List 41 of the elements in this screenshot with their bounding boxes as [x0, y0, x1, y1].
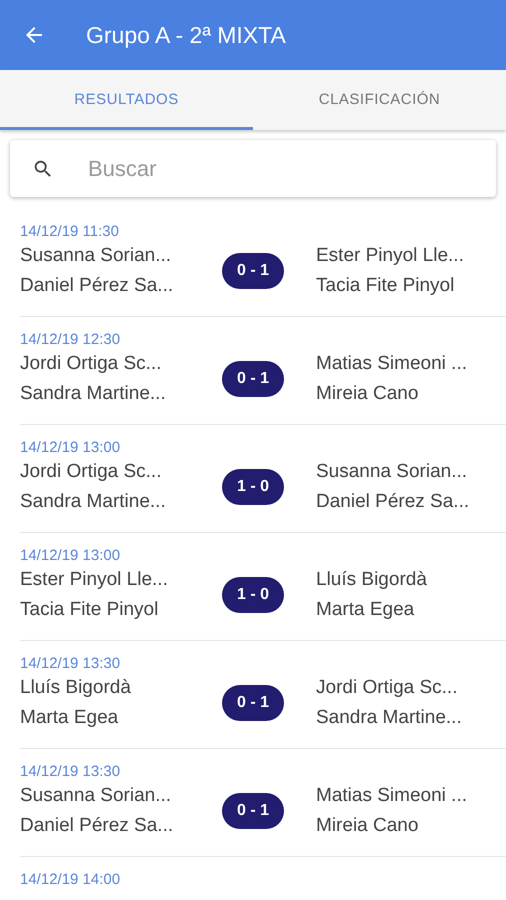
player-name: Ester Pinyol Lle...: [316, 245, 465, 267]
score-badge: 0 - 1: [222, 361, 284, 397]
app-title: Grupo A - 2ª MIXTA: [86, 22, 286, 48]
score-badge: 0 - 1: [222, 253, 284, 289]
match-datetime: 14/12/19 13:30: [20, 655, 122, 674]
match-datetime: 14/12/19 13:30: [20, 763, 122, 782]
player-name: Lluís Bigordà: [316, 569, 428, 591]
player-name: Matias Simeoni ...: [316, 353, 468, 375]
player-name: Susanna Sorian...: [20, 785, 172, 807]
search-field[interactable]: Buscar: [86, 154, 496, 182]
match-datetime: 14/12/19 12:30: [20, 331, 122, 350]
player-name: Lluís Bigordà: [20, 677, 132, 699]
player-name: Sandra Martine...: [316, 707, 463, 729]
score-badge: 0 - 1: [222, 793, 284, 829]
player-name: Jordi Ortiga Sc...: [316, 677, 458, 699]
player-name: Susanna Sorian...: [20, 245, 172, 267]
player-name: Tacia Fite Pinyol: [316, 275, 456, 297]
match-datetime: 14/12/19 14:00: [20, 871, 122, 890]
match-datetime: 14/12/19 13:00: [20, 547, 122, 566]
match-datetime: 14/12/19 11:30: [20, 223, 120, 242]
player-name: Jordi Ortiga Sc...: [20, 353, 162, 375]
player-name: Susanna Sorian...: [316, 461, 468, 483]
player-name: Matias Simeoni ...: [316, 785, 468, 807]
player-name: Sandra Martine...: [20, 491, 167, 513]
player-name: Marta Egea: [316, 599, 416, 621]
player-name: Sandra Martine...: [20, 383, 167, 405]
player-name: Jordi Ortiga Sc...: [20, 461, 162, 483]
player-name: Mireia Cano: [316, 815, 420, 837]
score-badge: 0 - 1: [222, 685, 284, 721]
player-name: Tacia Fite Pinyol: [20, 599, 160, 621]
player-name: Marta Egea: [20, 707, 120, 729]
tab[interactable]: RESULTADOS: [0, 70, 253, 130]
player-name: Mireia Cano: [316, 383, 420, 405]
score-badge: 1 - 0: [222, 469, 284, 505]
player-name: Ester Pinyol Lle...: [20, 569, 169, 591]
tab[interactable]: CLASIFICACIÓN: [253, 70, 506, 130]
player-name: Daniel Pérez Sa...: [20, 275, 174, 297]
score-badge: 1 - 0: [222, 577, 284, 613]
player-name: Daniel Pérez Sa...: [20, 815, 174, 837]
player-name: Daniel Pérez Sa...: [316, 491, 470, 513]
match-datetime: 14/12/19 13:00: [20, 439, 122, 458]
